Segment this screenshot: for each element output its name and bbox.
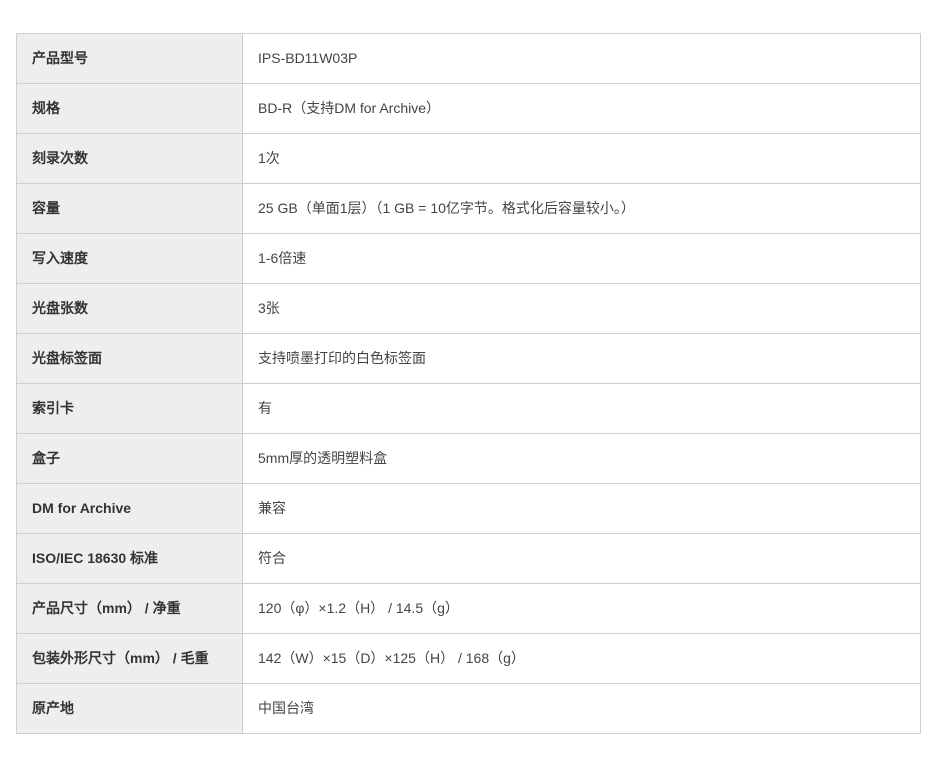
spec-value: 中国台湾 <box>242 683 921 734</box>
spec-row-origin: 原产地 中国台湾 <box>16 683 921 734</box>
spec-row-capacity: 容量 25 GB（单面1层）（1 GB = 10亿字节。格式化后容量较小。） <box>16 183 921 234</box>
spec-value: 25 GB（单面1层）（1 GB = 10亿字节。格式化后容量较小。） <box>242 183 921 234</box>
spec-label: 规格 <box>16 83 243 134</box>
spec-value: 兼容 <box>242 483 921 534</box>
spec-row-format: 规格 BD-R（支持DM for Archive） <box>16 83 921 134</box>
spec-label: 产品型号 <box>16 33 243 84</box>
spec-value: 3张 <box>242 283 921 334</box>
spec-label: 包装外形尺寸（mm） / 毛重 <box>16 633 243 684</box>
spec-value: 5mm厚的透明塑料盒 <box>242 433 921 484</box>
spec-value: 1次 <box>242 133 921 184</box>
spec-label: DM for Archive <box>16 483 243 534</box>
spec-label: 索引卡 <box>16 383 243 434</box>
spec-label: ISO/IEC 18630 标准 <box>16 533 243 584</box>
spec-label: 产品尺寸（mm） / 净重 <box>16 583 243 634</box>
spec-row-case: 盒子 5mm厚的透明塑料盒 <box>16 433 921 484</box>
spec-label: 原产地 <box>16 683 243 734</box>
spec-row-iso-standard: ISO/IEC 18630 标准 符合 <box>16 533 921 584</box>
spec-label: 光盘标签面 <box>16 333 243 384</box>
spec-label: 盒子 <box>16 433 243 484</box>
spec-row-index-card: 索引卡 有 <box>16 383 921 434</box>
spec-value: 142（W）×15（D）×125（H） / 168（g） <box>242 633 921 684</box>
spec-row-write-times: 刻录次数 1次 <box>16 133 921 184</box>
spec-value: 符合 <box>242 533 921 584</box>
spec-label: 光盘张数 <box>16 283 243 334</box>
spec-value: 有 <box>242 383 921 434</box>
spec-value: 1-6倍速 <box>242 233 921 284</box>
product-spec-table: 产品型号 IPS-BD11W03P 规格 BD-R（支持DM for Archi… <box>16 33 921 734</box>
spec-row-package-size: 包装外形尺寸（mm） / 毛重 142（W）×15（D）×125（H） / 16… <box>16 633 921 684</box>
spec-value: 120（φ）×1.2（H） / 14.5（g） <box>242 583 921 634</box>
spec-value: 支持喷墨打印的白色标签面 <box>242 333 921 384</box>
spec-row-model: 产品型号 IPS-BD11W03P <box>16 33 921 84</box>
spec-label: 写入速度 <box>16 233 243 284</box>
spec-label: 容量 <box>16 183 243 234</box>
spec-row-product-size: 产品尺寸（mm） / 净重 120（φ）×1.2（H） / 14.5（g） <box>16 583 921 634</box>
spec-row-write-speed: 写入速度 1-6倍速 <box>16 233 921 284</box>
spec-row-disc-count: 光盘张数 3张 <box>16 283 921 334</box>
spec-label: 刻录次数 <box>16 133 243 184</box>
spec-row-label-surface: 光盘标签面 支持喷墨打印的白色标签面 <box>16 333 921 384</box>
spec-row-dm-archive: DM for Archive 兼容 <box>16 483 921 534</box>
spec-value: IPS-BD11W03P <box>242 33 921 84</box>
spec-value: BD-R（支持DM for Archive） <box>242 83 921 134</box>
